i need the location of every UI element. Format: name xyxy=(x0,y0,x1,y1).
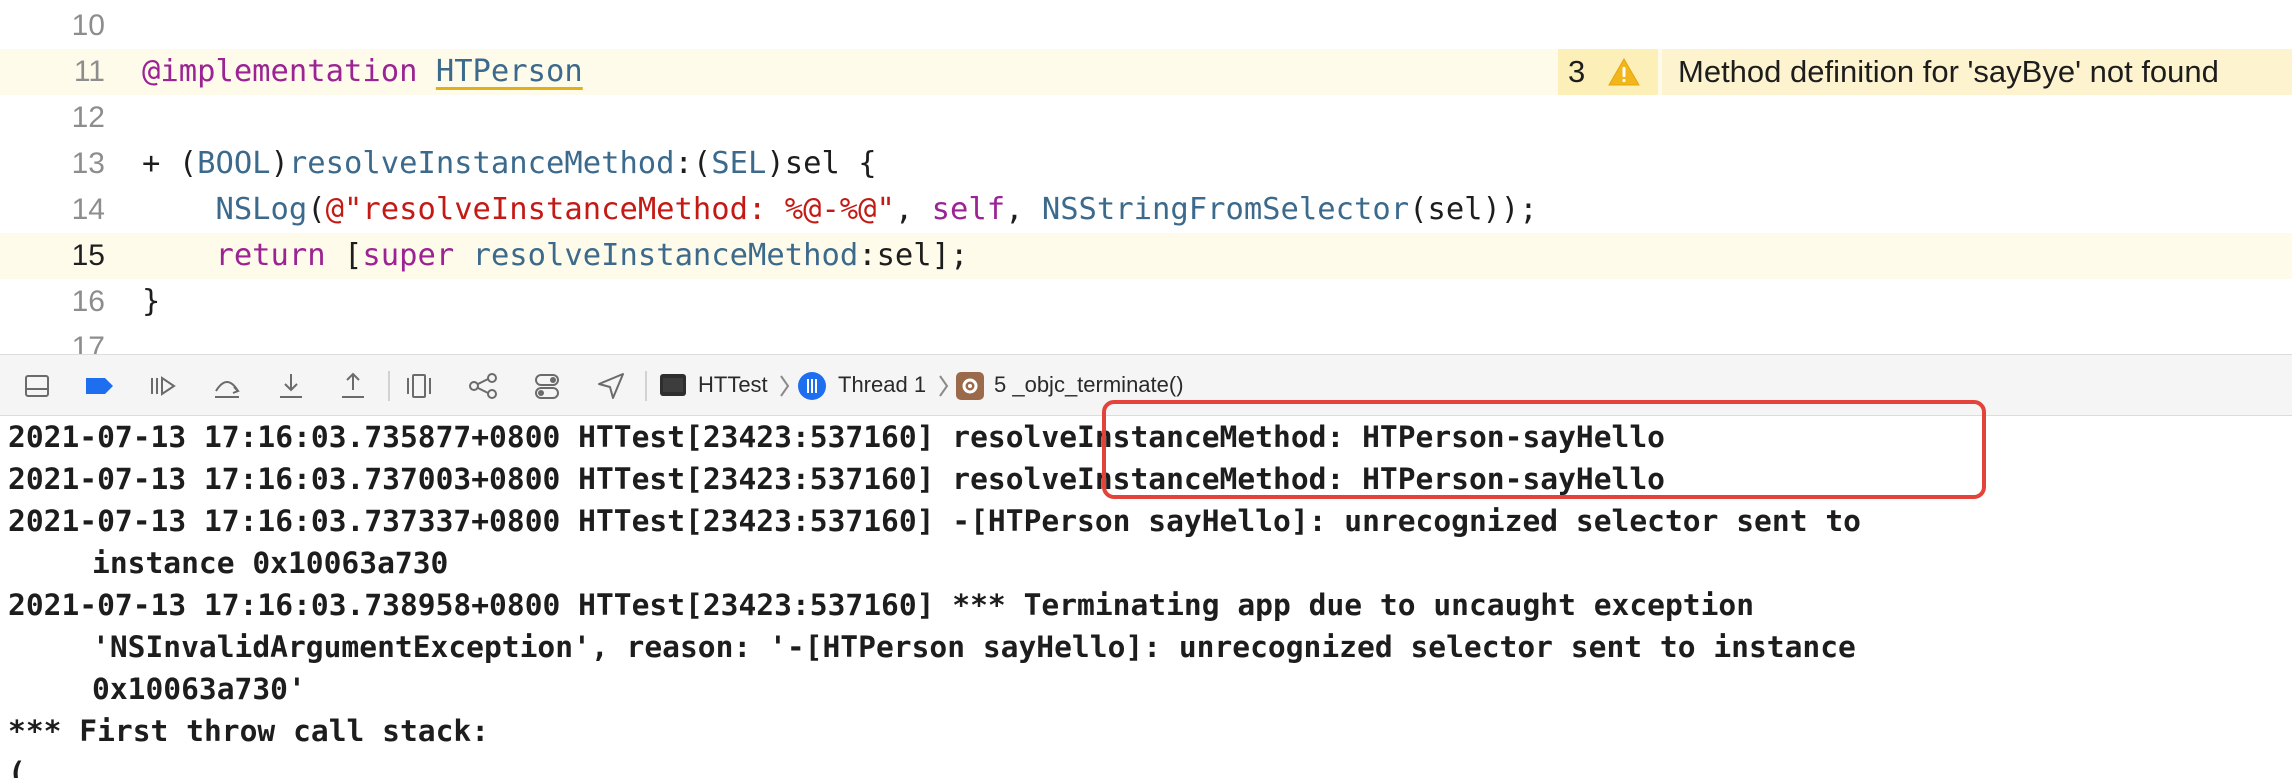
code-line[interactable]: 12 xyxy=(0,95,2292,141)
code-token: resolveInstanceMethod xyxy=(288,146,675,181)
location-icon xyxy=(598,373,624,399)
code-text: return [super resolveInstanceMethod:sel]… xyxy=(142,233,968,279)
panel-bottom-icon xyxy=(25,375,49,397)
line-number: 13 xyxy=(71,147,105,180)
code-text: @implementation HTPerson xyxy=(142,49,583,95)
code-token: )sel { xyxy=(766,146,877,181)
line-number: 15 xyxy=(71,239,105,272)
warning-count: 3 xyxy=(1568,54,1586,89)
code-token: , xyxy=(894,192,932,227)
code-token: ( xyxy=(307,192,326,227)
toolbar-separator xyxy=(388,371,390,401)
simulate-location-button[interactable] xyxy=(594,369,628,403)
code-text: NSLog(@"resolveInstanceMethod: %@-%@", s… xyxy=(142,187,1538,233)
debug-view-hierarchy-button[interactable] xyxy=(402,369,436,403)
code-line[interactable]: 17 xyxy=(0,325,2292,354)
continue-button[interactable] xyxy=(146,369,180,403)
console-line: 0x10063a730' xyxy=(92,672,306,706)
toggles-icon xyxy=(535,374,559,399)
code-token: ) xyxy=(270,146,289,181)
code-token: , xyxy=(1005,192,1042,227)
stack-frame-gear-icon xyxy=(956,372,984,400)
console-line: instance 0x10063a730 xyxy=(92,546,449,580)
line-number: 10 xyxy=(71,9,105,42)
code-line[interactable]: 13 + (BOOL)resolveInstanceMethod:(SEL)sel… xyxy=(0,141,2292,187)
code-token: HTPerson xyxy=(435,54,583,89)
code-line[interactable]: 15 return [super resolveInstanceMethod:s… xyxy=(0,233,2292,279)
source-editor[interactable]: 10 11 @implementation HTPerson 12 13 + (BOOL)… xyxy=(0,0,2292,354)
chevron-right-icon xyxy=(780,375,790,397)
step-out-button[interactable] xyxy=(336,369,370,403)
toolbar-separator xyxy=(645,371,647,401)
code-token: resolveInstanceMethod xyxy=(472,238,859,273)
code-token: NSStringFromSelector xyxy=(1041,192,1410,227)
console-line: 'NSInvalidArgumentException', reason: '-… xyxy=(92,630,1856,664)
breadcrumb-thread[interactable]: Thread 1 xyxy=(838,355,926,415)
hide-debug-area-button[interactable] xyxy=(20,369,54,403)
continue-icon xyxy=(151,376,176,396)
warning-message: Method definition for 'sayBye' not found xyxy=(1678,54,2219,89)
breakpoint-icon xyxy=(86,378,113,394)
step-out-icon xyxy=(342,372,364,398)
code-token: [ xyxy=(325,238,363,273)
warning-triangle-icon xyxy=(1608,58,1640,86)
code-token: + ( xyxy=(142,146,198,181)
line-number: 14 xyxy=(71,193,105,226)
code-token: BOOL xyxy=(197,146,271,181)
code-token: SEL xyxy=(711,146,767,181)
memory-graph-icon xyxy=(469,373,497,399)
code-line[interactable]: 16} xyxy=(0,279,2292,325)
app-icon xyxy=(660,374,686,396)
code-token: } xyxy=(142,284,161,319)
step-over-icon xyxy=(215,381,240,398)
code-token: @implementation xyxy=(142,54,418,89)
step-over-button[interactable] xyxy=(210,369,244,403)
code-text: + (BOOL)resolveInstanceMethod:(SEL)sel { xyxy=(142,141,877,187)
debug-memory-graph-button[interactable] xyxy=(466,369,500,403)
breakpoints-toggle-button[interactable] xyxy=(82,369,116,403)
warning-annotation[interactable]: 3 Method definition for 'sayBye' not fou… xyxy=(1558,49,2292,95)
code-token: NSLog xyxy=(215,192,308,227)
console-line: *** First throw call stack: xyxy=(8,714,490,748)
step-into-icon xyxy=(280,374,302,398)
code-token: :( xyxy=(674,146,712,181)
code-token: @"resolveInstanceMethod: %@-%@" xyxy=(325,192,895,227)
code-token: super xyxy=(362,238,455,273)
warning-message-box: Method definition for 'sayBye' not found xyxy=(1662,49,2292,95)
code-line[interactable]: 14 NSLog(@"resolveInstanceMethod: %@-%@"… xyxy=(0,187,2292,233)
line-number: 17 xyxy=(71,331,105,354)
line-number: 11 xyxy=(73,55,105,88)
console-line: 2021-07-13 17:16:03.738958+0800 HTTest[2… xyxy=(8,588,1755,622)
step-into-button[interactable] xyxy=(274,369,308,403)
code-token: return xyxy=(215,238,326,273)
line-number: 16 xyxy=(71,285,105,318)
warning-count-badge[interactable]: 3 xyxy=(1558,49,1658,95)
view-hierarchy-icon xyxy=(407,374,431,398)
code-text: } xyxy=(142,279,160,325)
breadcrumb-target[interactable]: HTTest xyxy=(698,355,768,415)
highlight-box xyxy=(1102,400,1986,499)
line-number: 12 xyxy=(71,101,105,134)
environment-overrides-button[interactable] xyxy=(530,369,564,403)
code-line[interactable]: 10 xyxy=(0,3,2292,49)
chevron-right-icon xyxy=(939,375,949,397)
code-token: (sel)); xyxy=(1409,192,1538,227)
thread-icon xyxy=(798,372,826,400)
console-line: 2021-07-13 17:16:03.737337+0800 HTTest[2… xyxy=(8,504,1861,538)
code-token: self xyxy=(931,192,1006,227)
code-token: :sel]; xyxy=(858,238,969,273)
console-line: ( xyxy=(8,756,26,778)
